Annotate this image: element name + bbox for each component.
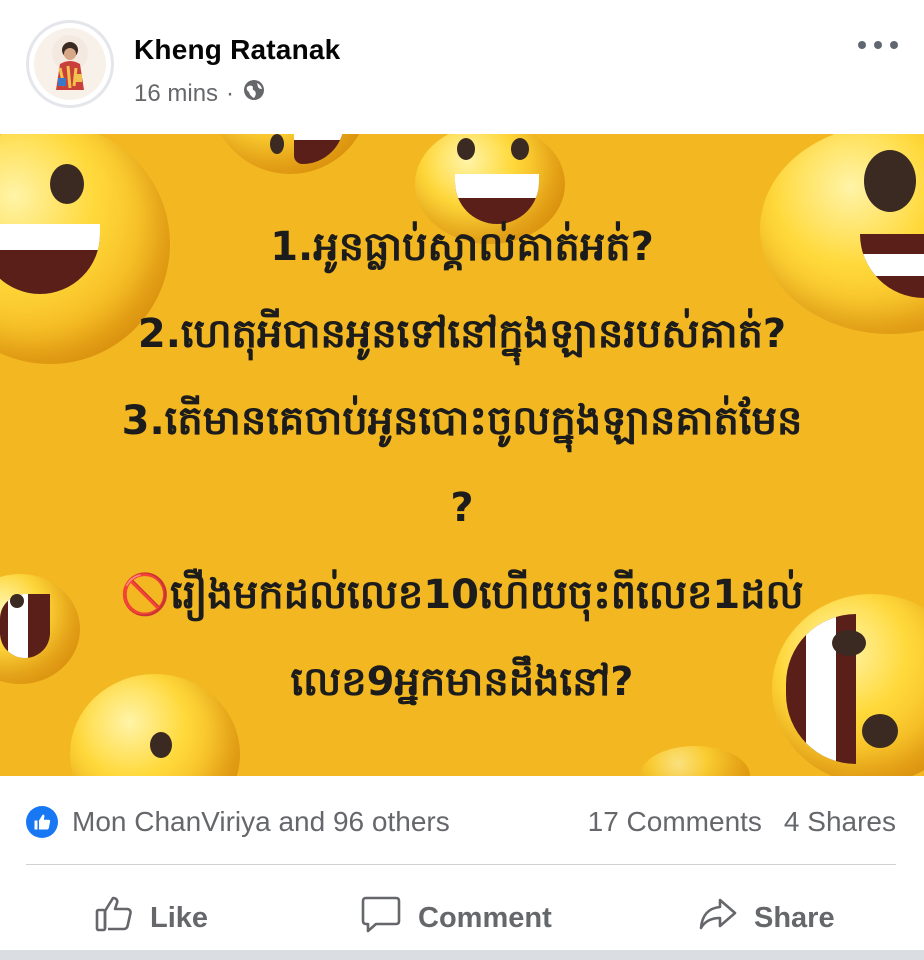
smiling-emoji-icon [640, 746, 750, 776]
text-line-3: 3.តើមានគេចាប់អូនបោះចូលក្នុងឡានគាត់មែន [121, 398, 803, 444]
shares-count[interactable]: 4 Shares [784, 806, 896, 838]
speech-bubble-icon [360, 894, 402, 942]
text-line-2: 2.ហេតុអីបានអូនទៅនៅក្នុងឡានរបស់គាត់? [137, 311, 787, 357]
post-image-text: 1.អូនធ្លាប់ស្គាល់គាត់អត់? 2.ហេតុអីបានអូន… [40, 204, 884, 726]
globe-icon [242, 78, 266, 109]
thumbs-up-icon [94, 894, 134, 942]
divider [26, 864, 896, 865]
text-line-1: 1.អូនធ្លាប់ស្គាល់គាត់អត់? [270, 224, 654, 270]
comments-count[interactable]: 17 Comments [588, 806, 762, 838]
text-line-6: លេខ9អ្នកមានដឹងនៅ? [290, 659, 634, 705]
more-options-icon[interactable] [858, 30, 898, 60]
comment-button[interactable]: Comment [360, 894, 552, 942]
author-name[interactable]: Kheng Ratanak [134, 34, 340, 66]
share-arrow-icon [698, 894, 738, 942]
post-actions: Like Comment Share [0, 880, 924, 942]
share-label: Share [754, 901, 835, 934]
reactions-summary[interactable]: Mon ChanViriya and 96 others [72, 806, 450, 838]
comment-label: Comment [418, 901, 552, 934]
post-meta: 16 mins · [134, 78, 266, 109]
post-header: Kheng Ratanak 16 mins · [0, 0, 924, 134]
meta-separator: · [226, 79, 235, 107]
avatar-image [34, 28, 106, 100]
like-label: Like [150, 901, 209, 934]
post-stats: Mon ChanViriya and 96 others 17 Comments… [26, 800, 896, 844]
text-line-5: 🚫រឿងមកដល់លេខ10ហើយចុះពីលេខ1ដល់ [120, 572, 804, 618]
person-photo-icon [56, 42, 84, 90]
post-time[interactable]: 16 mins [134, 80, 218, 108]
smiling-emoji-icon [210, 134, 370, 174]
share-button[interactable]: Share [698, 894, 835, 942]
text-line-4: ? [450, 485, 474, 531]
feed-separator [0, 950, 924, 960]
like-button[interactable]: Like [94, 894, 208, 942]
like-reaction-icon[interactable] [26, 806, 58, 838]
avatar[interactable] [26, 20, 114, 108]
post-image[interactable]: 1.អូនធ្លាប់ស្គាល់គាត់អត់? 2.ហេតុអីបានអូន… [0, 134, 924, 776]
